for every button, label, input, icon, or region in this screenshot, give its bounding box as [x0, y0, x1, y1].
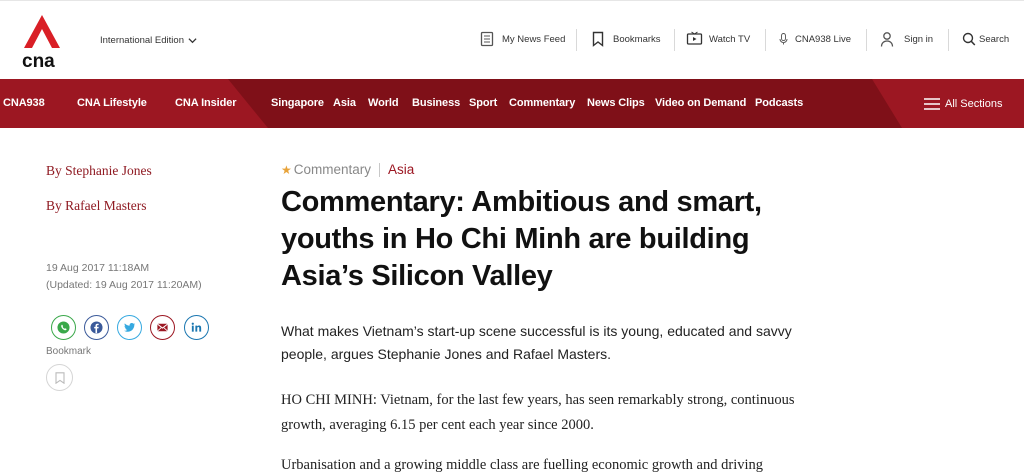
cna-logo[interactable]: cna: [22, 15, 62, 72]
top-header: cna International Edition My News Feed B…: [0, 0, 1024, 79]
star-icon: ★: [281, 162, 292, 177]
article-paragraph: Urbanisation and a growing middle class …: [281, 457, 763, 473]
chevron-down-icon: [188, 38, 197, 44]
search-icon: [962, 32, 976, 46]
sign-in-link[interactable]: Sign in: [880, 31, 933, 47]
nav-singapore[interactable]: Singapore: [271, 79, 324, 128]
article-summary: What makes Vietnam’s start-up scene succ…: [281, 323, 792, 362]
share-linkedin-button[interactable]: [184, 315, 209, 340]
edition-label: International Edition: [100, 35, 184, 46]
tv-icon: [686, 31, 703, 45]
nav-business[interactable]: Business: [412, 79, 460, 128]
divider: [948, 29, 949, 51]
nav-video-on-demand[interactable]: Video on Demand: [655, 79, 746, 128]
nav-cna938[interactable]: CNA938: [3, 79, 45, 128]
hamburger-menu-icon: [924, 97, 940, 110]
author-link[interactable]: By Rafael Masters: [46, 198, 146, 214]
breadcrumb: ★ Commentary Asia: [281, 162, 414, 177]
share-twitter-button[interactable]: [117, 315, 142, 340]
my-news-feed-label: My News Feed: [502, 33, 566, 45]
divider: [866, 29, 867, 51]
divider: [379, 162, 381, 177]
watch-tv-label: Watch TV: [709, 33, 751, 45]
facebook-icon: [90, 321, 103, 334]
twitter-icon: [124, 322, 136, 332]
share-email-button[interactable]: [150, 315, 175, 340]
author-link[interactable]: By Stephanie Jones: [46, 163, 152, 179]
linkedin-icon: [191, 322, 202, 332]
bookmark-icon: [592, 31, 604, 47]
updated-date: (Updated: 19 Aug 2017 11:20AM): [46, 279, 202, 291]
microphone-icon: [779, 33, 788, 45]
svg-text:cna: cna: [22, 51, 55, 69]
nav-cna-lifestyle[interactable]: CNA Lifestyle: [77, 79, 147, 128]
article-headline: Commentary: Ambitious and smart, youths …: [281, 186, 762, 292]
nav-asia[interactable]: Asia: [333, 79, 356, 128]
cna938-live-link[interactable]: CNA938 Live: [778, 31, 851, 47]
my-news-feed-link[interactable]: My News Feed: [480, 31, 565, 47]
main-navigation: CNA938 CNA Lifestyle CNA Insider Singapo…: [0, 79, 1024, 128]
cna938-live-label: CNA938 Live: [795, 33, 851, 45]
nav-commentary[interactable]: Commentary: [509, 79, 575, 128]
divider: [674, 29, 675, 51]
article-paragraph: HO CHI MINH: Vietnam, for the last few y…: [281, 392, 795, 433]
nav-sport[interactable]: Sport: [469, 79, 497, 128]
watch-tv-link[interactable]: Watch TV: [686, 31, 750, 47]
search-label: Search: [979, 33, 1010, 45]
published-date: 19 Aug 2017 11:18AM: [46, 262, 150, 274]
topic-link[interactable]: Asia: [388, 162, 414, 177]
whatsapp-icon: [57, 321, 70, 334]
search-button[interactable]: Search: [962, 31, 1009, 47]
sign-in-label: Sign in: [904, 33, 934, 45]
bookmark-icon: [54, 371, 65, 384]
share-whatsapp-button[interactable]: [51, 315, 76, 340]
bookmarks-label: Bookmarks: [613, 33, 661, 45]
bookmarks-link[interactable]: Bookmarks: [591, 31, 661, 47]
nav-news-clips[interactable]: News Clips: [587, 79, 645, 128]
bookmark-button[interactable]: [46, 364, 73, 391]
all-sections-label: All Sections: [945, 97, 1003, 110]
category-link[interactable]: Commentary: [294, 162, 371, 177]
share-facebook-button[interactable]: [84, 315, 109, 340]
divider: [765, 29, 766, 51]
nav-cna-insider[interactable]: CNA Insider: [175, 79, 237, 128]
bookmark-label: Bookmark: [46, 346, 92, 357]
newsfeed-icon: [480, 31, 494, 47]
nav-world[interactable]: World: [368, 79, 399, 128]
email-icon: [157, 323, 168, 332]
user-icon: [880, 32, 894, 47]
edition-selector[interactable]: International Edition: [100, 35, 197, 46]
nav-podcasts[interactable]: Podcasts: [755, 79, 803, 128]
all-sections-button[interactable]: All Sections: [924, 79, 1002, 128]
divider: [576, 29, 577, 51]
